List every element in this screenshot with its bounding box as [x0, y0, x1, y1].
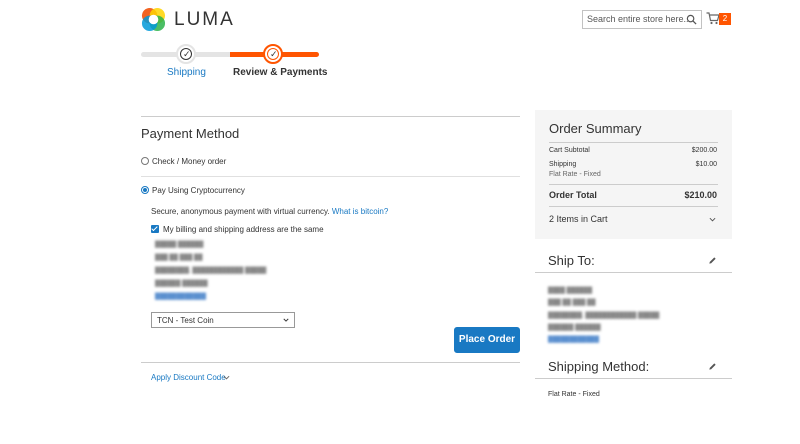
step-shipping-link[interactable]: Shipping: [167, 67, 206, 78]
logo-text: LUMA: [174, 8, 235, 30]
divider: [549, 206, 718, 207]
what-is-bitcoin-link[interactable]: What is bitcoin?: [332, 207, 388, 216]
divider: [141, 176, 520, 177]
same-address-checkbox[interactable]: [151, 225, 159, 233]
currency-select[interactable]: TCN - Test Coin: [151, 312, 295, 328]
divider: [549, 184, 718, 185]
place-order-button[interactable]: Place Order: [454, 327, 520, 353]
ship-address-line: ███ ██ ███ ██: [548, 300, 596, 306]
pencil-icon[interactable]: [708, 256, 717, 265]
divider: [141, 116, 520, 117]
shipping-label: Shipping: [549, 161, 577, 168]
step-review-marker: ✓: [263, 44, 283, 64]
order-total-value: $210.00: [684, 190, 717, 200]
check-icon: ✓: [270, 49, 278, 59]
billing-address-line: ██████ ██████: [155, 281, 208, 287]
crypto-description: Secure, anonymous payment with virtual c…: [151, 207, 388, 216]
apply-discount-toggle[interactable]: Apply Discount Code: [151, 373, 226, 382]
checkout-progress: ✓ ✓ Shipping Review & Payments: [141, 41, 328, 81]
radio-cryptocurrency[interactable]: [141, 186, 149, 194]
shipping-method-title: Shipping Method:: [548, 359, 650, 374]
chevron-down-icon: [283, 318, 289, 322]
billing-phone-link[interactable]: ████████████: [155, 294, 206, 300]
shipping-method-sub: Flat Rate - Fixed: [549, 171, 601, 178]
ship-address-line: ██████ ██████: [548, 325, 601, 331]
order-total-label: Order Total: [549, 190, 597, 200]
option-cryptocurrency-label[interactable]: Pay Using Cryptocurrency: [152, 186, 245, 195]
radio-check-money-order[interactable]: [141, 157, 149, 165]
same-address-label[interactable]: My billing and shipping address are the …: [163, 225, 324, 234]
ship-address-line: ████████, ████████████ █████: [548, 313, 660, 319]
ship-to-title: Ship To:: [548, 253, 595, 268]
currency-select-value: TCN - Test Coin: [157, 316, 214, 325]
shipping-method-value: Flat Rate - Fixed: [548, 391, 600, 398]
search-placeholder: Search entire store here...: [587, 14, 692, 24]
billing-address-line: ████████, ████████████ █████: [155, 268, 267, 274]
crypto-description-text: Secure, anonymous payment with virtual c…: [151, 207, 330, 216]
pencil-icon[interactable]: [708, 362, 717, 371]
search-input[interactable]: Search entire store here...: [582, 10, 702, 29]
cart-subtotal-label: Cart Subtotal: [549, 147, 590, 154]
step-review-label: Review & Payments: [233, 67, 328, 78]
order-summary-title: Order Summary: [549, 121, 642, 136]
step-shipping-marker: ✓: [176, 44, 196, 64]
cart-icon[interactable]: [706, 12, 720, 25]
ship-phone-link[interactable]: ████████████: [548, 337, 599, 343]
chevron-down-icon[interactable]: [223, 374, 230, 381]
order-summary: Order Summary Cart Subtotal $200.00 Ship…: [535, 110, 732, 239]
chevron-down-icon[interactable]: [709, 216, 716, 223]
check-icon: ✓: [183, 49, 191, 59]
payment-method-title: Payment Method: [141, 126, 240, 141]
divider: [535, 378, 732, 379]
search-icon[interactable]: [686, 14, 697, 25]
divider: [535, 272, 732, 273]
shipping-value: $10.00: [695, 161, 717, 168]
billing-address-line: █████ ██████: [155, 242, 204, 248]
items-in-cart-toggle[interactable]: 2 Items in Cart: [549, 214, 608, 224]
cart-subtotal-value: $200.00: [691, 147, 717, 154]
luma-logo[interactable]: LUMA: [141, 7, 235, 32]
option-check-money-order-label[interactable]: Check / Money order: [152, 157, 226, 166]
divider: [549, 142, 718, 143]
cart-count-badge[interactable]: 2: [719, 13, 731, 25]
luma-logo-icon: [141, 7, 166, 32]
billing-address-line: ███ ██ ███ ██: [155, 255, 203, 261]
divider: [141, 362, 520, 363]
ship-address-line: ████ ██████: [548, 288, 593, 294]
